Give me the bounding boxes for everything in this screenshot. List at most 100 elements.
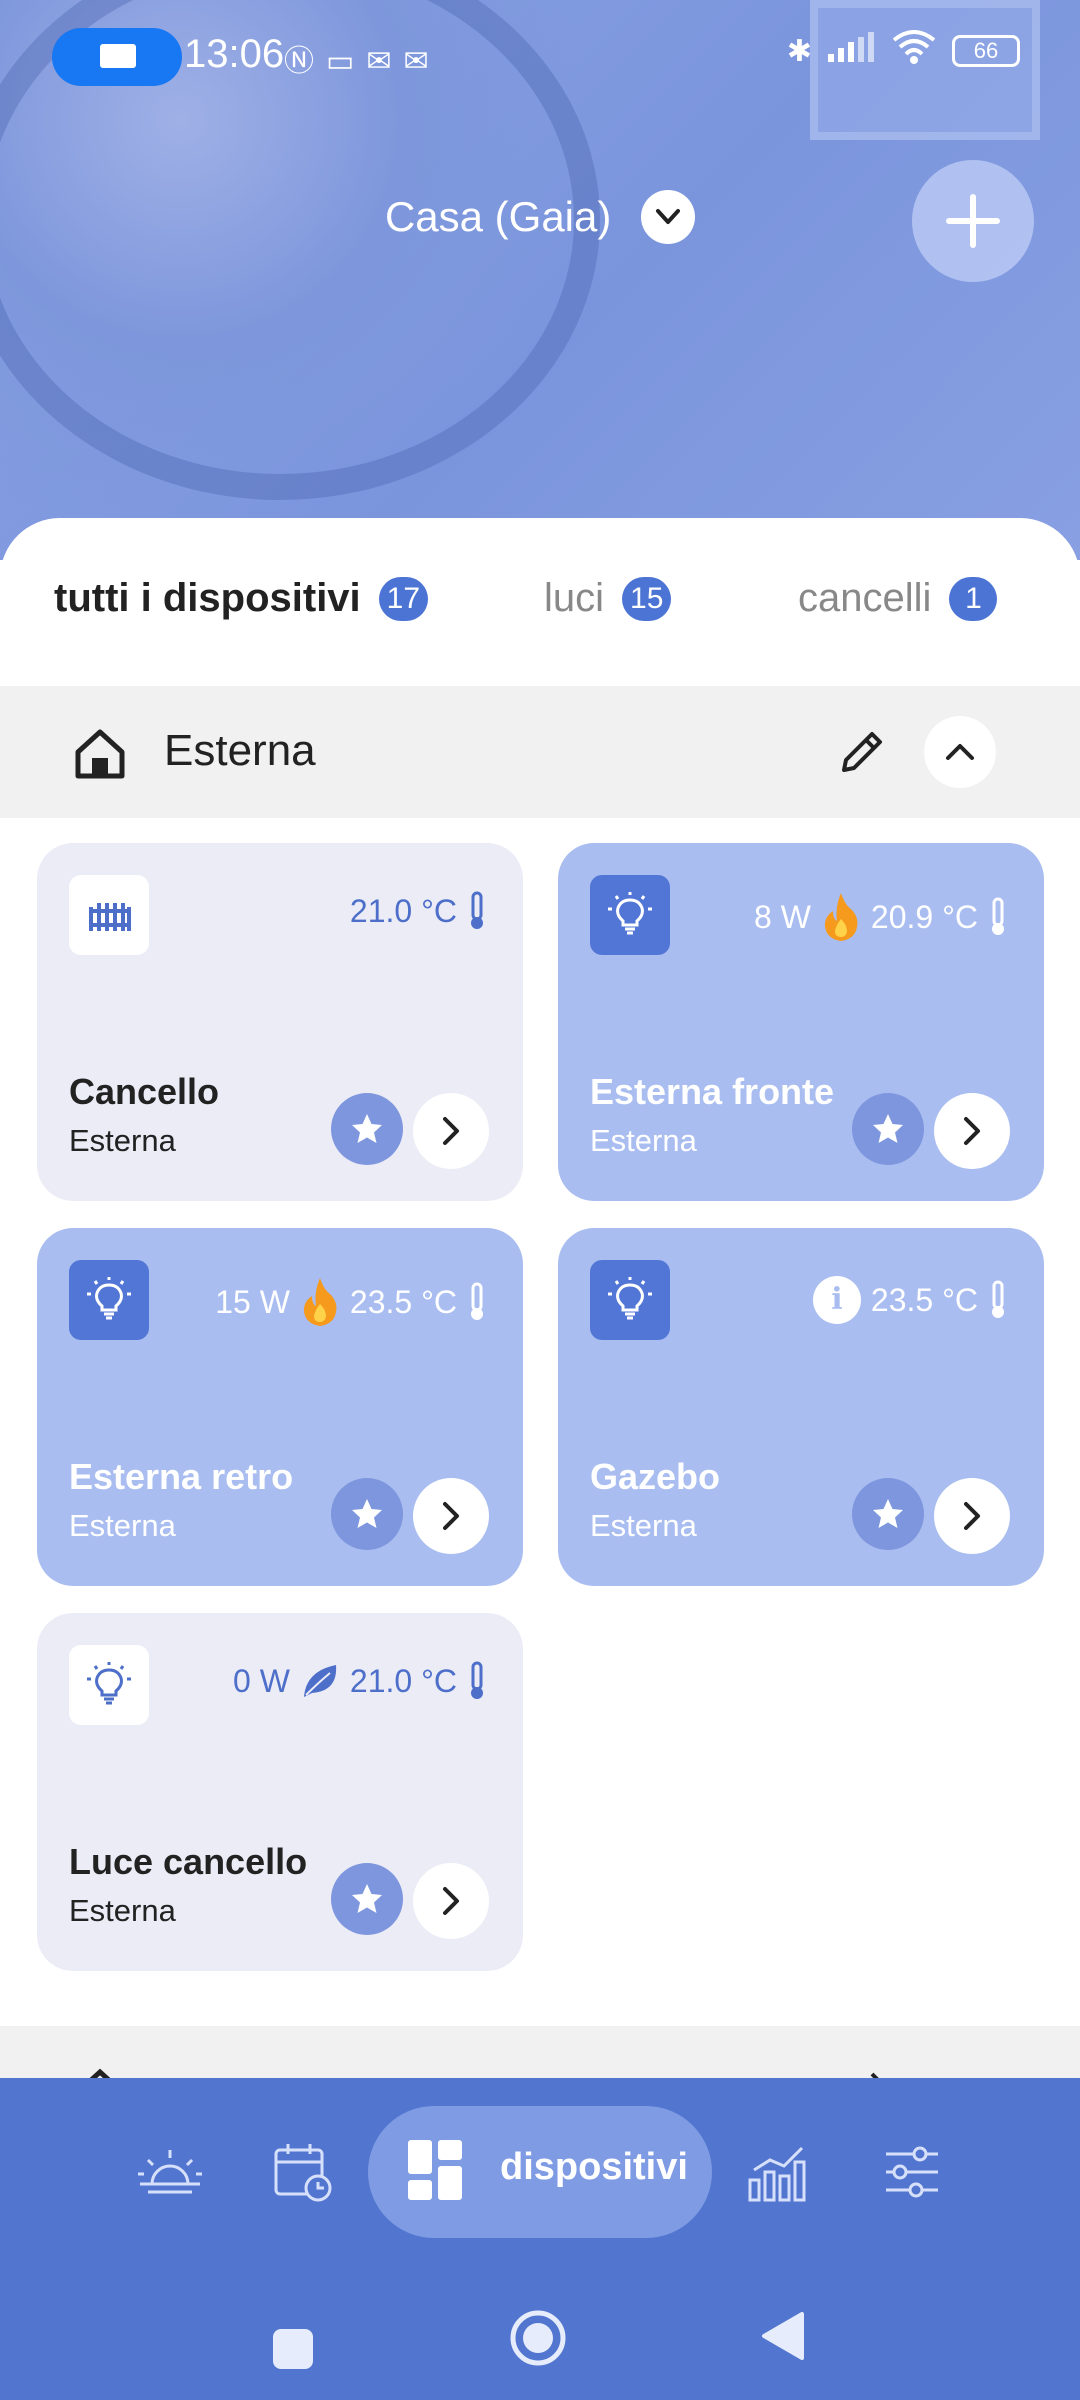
favorite-button[interactable]: [331, 1478, 403, 1550]
star-icon: [873, 1499, 903, 1528]
thermometer-icon: [471, 1661, 483, 1699]
room-section-header: Esterna: [0, 686, 1080, 818]
power-value: 8 W: [754, 898, 811, 935]
next-room-section-header: [0, 2026, 1080, 2078]
temperature-value: 21.0 °C: [349, 892, 457, 929]
star-icon: [873, 1114, 903, 1143]
star-icon: [352, 1114, 382, 1143]
chart-icon: [748, 2146, 806, 2202]
tab-lights[interactable]: luci 15: [544, 576, 672, 621]
home-icon: [75, 729, 125, 779]
favorite-button[interactable]: [852, 1093, 924, 1165]
open-device-button[interactable]: [413, 1478, 489, 1554]
system-status-icons: ✱ 66: [787, 30, 1020, 72]
star-icon: [352, 1884, 382, 1913]
device-room: Esterna: [69, 1123, 176, 1158]
bulb-icon: [69, 1645, 149, 1725]
chevron-right-icon: [443, 1887, 459, 1915]
temperature-value: 23.5 °C: [349, 1283, 457, 1320]
device-card[interactable]: 0 W 21.0 °C Luce cancello Esterna: [37, 1613, 523, 1971]
circle-icon: [510, 2310, 566, 2366]
square-icon: [273, 2329, 313, 2369]
wifi-icon: [892, 30, 936, 72]
favorite-button[interactable]: [331, 1093, 403, 1165]
device-name: Esterna fronte: [590, 1071, 835, 1112]
edit-icon[interactable]: [834, 724, 890, 780]
open-device-button[interactable]: [934, 1093, 1010, 1169]
bulb-icon: [590, 875, 670, 955]
device-room: Esterna: [69, 1893, 176, 1928]
signal-icon: [828, 32, 876, 70]
nav-statistics[interactable]: [746, 2140, 810, 2209]
back-button[interactable]: [760, 2310, 806, 2367]
device-room: Esterna: [590, 1123, 697, 1158]
calendar-icon: [274, 2144, 332, 2202]
bulb-icon: [69, 1260, 149, 1340]
bottom-navigation: dispositivi: [0, 2078, 1080, 2400]
device-readings: 0 W 21.0 °C: [233, 1661, 487, 1701]
count-badge: 1: [949, 576, 998, 621]
bulb-icon: [590, 1260, 670, 1340]
count-badge: 15: [622, 576, 672, 621]
star-icon: [352, 1499, 382, 1528]
tab-label: tutti i dispositivi: [54, 576, 361, 620]
back-triangle-icon: [762, 2312, 804, 2360]
plus-icon: [946, 194, 1000, 248]
device-card[interactable]: 8 W 20.9 °C Esterna fronte Esterna: [558, 843, 1044, 1201]
nav-active-label: dispositivi: [500, 2146, 688, 2188]
nfc-icon: Ⓝ: [284, 45, 326, 78]
tab-label: cancelli: [798, 576, 932, 620]
sliders-icon: [886, 2146, 938, 2198]
devices-sheet: tutti i dispositivi 17 luci 15 cancelli …: [0, 518, 1080, 2078]
add-button[interactable]: [912, 160, 1034, 282]
mail-icon: ✉: [366, 45, 404, 78]
nav-scenes[interactable]: [134, 2140, 206, 2209]
device-name: Esterna retro: [69, 1456, 294, 1497]
fire-icon: [303, 1278, 337, 1326]
chevron-down-icon[interactable]: [641, 190, 696, 244]
notification-icons: Ⓝ▭✉✉: [284, 36, 441, 80]
open-device-button[interactable]: [934, 1478, 1010, 1554]
screen-cast-indicator[interactable]: [52, 28, 182, 86]
device-readings: 15 W 23.5 °C: [215, 1276, 487, 1328]
chevron-right-icon: [443, 1117, 459, 1145]
sunrise-icon: [138, 2150, 202, 2194]
favorite-button[interactable]: [852, 1478, 924, 1550]
bluetooth-icon: ✱: [786, 34, 812, 68]
thermometer-icon: [471, 891, 483, 929]
tab-bar: tutti i dispositivi 17 luci 15 cancelli …: [0, 558, 1080, 695]
favorite-button[interactable]: [331, 1863, 403, 1935]
device-name: Cancello: [69, 1071, 220, 1112]
count-badge: 17: [378, 576, 429, 621]
nav-devices[interactable]: dispositivi: [368, 2106, 712, 2238]
info-icon[interactable]: i: [812, 1276, 861, 1324]
mail-icon: ✉: [403, 45, 441, 78]
collapse-button[interactable]: [924, 716, 996, 788]
battery-indicator: 66: [952, 35, 1020, 67]
open-device-button[interactable]: [413, 1863, 489, 1939]
device-name: Luce cancello: [69, 1841, 308, 1882]
chevron-right-icon: [443, 1502, 459, 1530]
home-system-button[interactable]: [508, 2308, 568, 2373]
thermometer-icon: [992, 1280, 1004, 1318]
device-card[interactable]: 21.0 °C Cancello Esterna: [37, 843, 523, 1201]
dashboard-icon: [408, 2140, 462, 2200]
open-device-button[interactable]: [413, 1093, 489, 1169]
chevron-up-icon: [946, 744, 974, 760]
nav-schedule[interactable]: [270, 2140, 334, 2209]
recent-apps-button[interactable]: [272, 2328, 314, 2375]
tab-gates[interactable]: cancelli 1: [798, 576, 998, 621]
tab-all-devices[interactable]: tutti i dispositivi 17: [54, 576, 429, 621]
leaf-icon: [303, 1665, 337, 1697]
screen-icon: ▭: [326, 45, 367, 78]
room-title: Esterna: [164, 726, 316, 775]
power-value: 0 W: [233, 1662, 290, 1699]
status-bar: 13:06 Ⓝ▭✉✉ ✱ 66: [0, 0, 1080, 115]
device-room: Esterna: [590, 1508, 697, 1543]
device-card[interactable]: 15 W 23.5 °C Esterna retro Esterna: [37, 1228, 523, 1586]
fire-icon: [824, 893, 858, 941]
device-card[interactable]: i 23.5 °C Gazebo Esterna: [558, 1228, 1044, 1586]
gate-icon: [69, 875, 149, 955]
nav-settings[interactable]: [880, 2140, 944, 2209]
device-name: Gazebo: [590, 1456, 721, 1497]
